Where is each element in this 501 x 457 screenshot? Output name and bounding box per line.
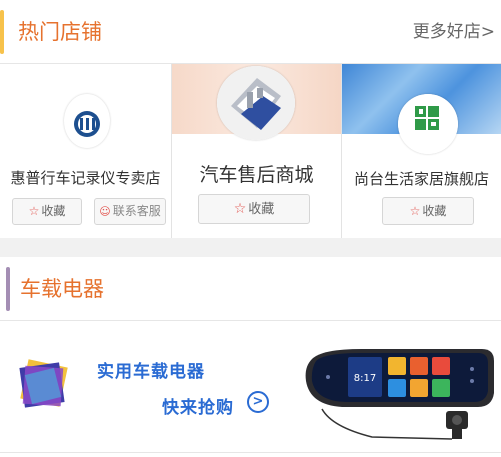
customer-service-icon: ☺ <box>99 205 111 218</box>
shop-card-shangtai[interactable]: 尚台生活家居旗舰店 ☆ 收藏 <box>342 64 501 238</box>
more-shops-link[interactable]: 更多好店> <box>413 0 495 64</box>
hot-shops-title: 热门店铺 <box>18 20 102 44</box>
star-icon: ☆ <box>28 204 40 218</box>
section-accent-bar <box>0 10 4 54</box>
star-icon: ☆ <box>233 201 247 217</box>
shop-card-hp[interactable]: 惠普行车记录仪专卖店 ☆ 收藏 ☺ 联系客服 <box>0 64 172 238</box>
section-accent-bar <box>6 267 10 311</box>
favorite-button[interactable]: ☆ 收藏 <box>198 194 310 224</box>
section-gap <box>0 238 501 257</box>
promo-headline: 实用车载电器 <box>97 362 205 382</box>
car-electronics-title: 车载电器 <box>20 277 104 301</box>
mirror-time: 8:17 <box>354 373 376 384</box>
contact-service-button[interactable]: ☺ 联系客服 <box>94 198 166 225</box>
rearview-mirror-image: 8:17 <box>305 349 494 440</box>
divider <box>0 452 501 453</box>
shop-logo-hp <box>64 94 110 148</box>
shop-card-auto[interactable]: 汽车售后商城 ☆ 收藏 <box>172 64 342 238</box>
chevron-right-icon[interactable]: > <box>247 391 269 413</box>
promo-subline: 快来抢购 <box>162 398 234 418</box>
shop-list: 惠普行车记录仪专卖店 ☆ 收藏 ☺ 联系客服 汽车售后商城 ☆ 收藏 尚台生活家… <box>0 64 501 238</box>
shop-name[interactable]: 尚台生活家居旗舰店 <box>342 168 501 189</box>
car-electronics-header: 车载电器 <box>0 257 501 321</box>
shop-name[interactable]: 汽车售后商城 <box>172 160 341 187</box>
shop-logo-auto <box>217 66 295 140</box>
shop-name[interactable]: 惠普行车记录仪专卖店 <box>0 167 171 188</box>
shop-logo-shangtai <box>398 94 458 154</box>
colorful-squares-icon <box>19 359 68 408</box>
favorite-button[interactable]: ☆ 收藏 <box>382 197 474 225</box>
hot-shops-header: 热门店铺 更多好店> <box>0 0 501 64</box>
favorite-button[interactable]: ☆ 收藏 <box>12 198 82 225</box>
star-icon: ☆ <box>409 204 421 218</box>
car-electronics-promo-banner[interactable]: 实用车载电器 快来抢购 > 8:17 <box>0 321 501 457</box>
